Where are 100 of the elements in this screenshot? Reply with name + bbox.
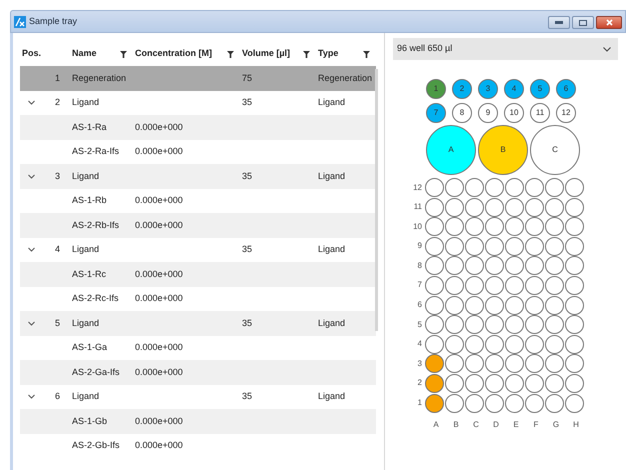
vial-position[interactable]: 6 <box>556 79 576 99</box>
bottle-position[interactable]: B <box>478 125 528 175</box>
well[interactable] <box>525 178 544 197</box>
well[interactable] <box>445 374 464 393</box>
well[interactable] <box>425 296 444 315</box>
well[interactable] <box>545 315 564 334</box>
well[interactable] <box>505 315 524 334</box>
well[interactable] <box>545 236 564 256</box>
well[interactable] <box>485 334 504 354</box>
filter-icon[interactable] <box>363 50 370 58</box>
well[interactable] <box>565 276 584 295</box>
vial-position[interactable]: 1 <box>426 79 446 99</box>
well[interactable] <box>445 315 464 334</box>
well[interactable] <box>545 256 564 276</box>
well[interactable] <box>485 374 504 393</box>
well[interactable] <box>505 198 524 217</box>
well[interactable] <box>505 354 524 374</box>
well[interactable] <box>525 217 544 236</box>
well[interactable] <box>545 198 564 217</box>
vial-position[interactable]: 2 <box>452 79 472 99</box>
well[interactable] <box>525 296 544 315</box>
table-row[interactable]: AS-1-Gb 0.000e+000 <box>20 409 376 434</box>
well[interactable] <box>465 296 484 315</box>
vial-position[interactable]: 11 <box>530 103 550 123</box>
well[interactable] <box>545 276 564 295</box>
well[interactable] <box>565 315 584 334</box>
well[interactable] <box>545 178 564 197</box>
table-row[interactable]: AS-2-Ga-Ifs 0.000e+000 <box>20 360 376 384</box>
well[interactable] <box>465 276 484 295</box>
well[interactable] <box>545 374 564 393</box>
well[interactable] <box>565 374 584 393</box>
well[interactable] <box>465 178 484 197</box>
filter-icon[interactable] <box>120 50 127 58</box>
vial-position[interactable]: 4 <box>504 79 524 99</box>
table-row[interactable]: AS-2-Rb-Ifs 0.000e+000 <box>20 213 376 238</box>
well[interactable] <box>425 276 444 295</box>
well[interactable] <box>525 198 544 217</box>
well[interactable] <box>445 334 464 354</box>
chevron-down-icon[interactable] <box>28 393 35 400</box>
well[interactable] <box>485 315 504 334</box>
well[interactable] <box>505 236 524 256</box>
well[interactable] <box>425 198 444 217</box>
filter-icon[interactable] <box>227 50 234 58</box>
well[interactable] <box>445 296 464 315</box>
well[interactable] <box>465 394 484 413</box>
well[interactable] <box>565 217 584 236</box>
vial-position[interactable]: 12 <box>556 103 576 123</box>
well[interactable] <box>445 198 464 217</box>
well[interactable] <box>445 354 464 374</box>
well[interactable] <box>505 334 524 354</box>
well[interactable] <box>525 374 544 393</box>
well[interactable] <box>565 178 584 197</box>
table-row[interactable]: AS-1-Ra 0.000e+000 <box>20 115 376 140</box>
close-button[interactable] <box>596 16 622 29</box>
table-row[interactable]: 5 Ligand 35 Ligand <box>20 311 376 336</box>
well[interactable] <box>485 296 504 315</box>
well[interactable] <box>545 217 564 236</box>
well[interactable] <box>425 354 444 374</box>
well[interactable] <box>425 217 444 236</box>
well[interactable] <box>545 354 564 374</box>
vial-position[interactable]: 7 <box>426 103 446 123</box>
well[interactable] <box>425 374 444 393</box>
well[interactable] <box>465 315 484 334</box>
chevron-down-icon[interactable] <box>28 99 35 106</box>
filter-icon[interactable] <box>303 50 310 58</box>
well[interactable] <box>505 296 524 315</box>
well[interactable] <box>425 334 444 354</box>
well[interactable] <box>565 334 584 354</box>
well[interactable] <box>465 354 484 374</box>
well[interactable] <box>525 315 544 334</box>
column-header[interactable]: Concentration [M] <box>135 47 212 61</box>
column-header[interactable]: Name <box>72 47 97 61</box>
well[interactable] <box>505 256 524 276</box>
well[interactable] <box>545 334 564 354</box>
table-row[interactable]: AS-1-Rc 0.000e+000 <box>20 262 376 286</box>
well[interactable] <box>445 236 464 256</box>
table-row[interactable]: 3 Ligand 35 Ligand <box>20 164 376 188</box>
well[interactable] <box>425 256 444 276</box>
table-row[interactable]: 1 Regeneration 75 Regeneration <box>20 66 376 90</box>
well[interactable] <box>565 296 584 315</box>
well[interactable] <box>445 276 464 295</box>
well[interactable] <box>465 217 484 236</box>
well[interactable] <box>525 354 544 374</box>
well[interactable] <box>485 178 504 197</box>
well[interactable] <box>485 256 504 276</box>
column-header[interactable]: Type <box>318 47 338 61</box>
well[interactable] <box>505 276 524 295</box>
well[interactable] <box>485 198 504 217</box>
well[interactable] <box>505 217 524 236</box>
well[interactable] <box>545 394 564 413</box>
well[interactable] <box>445 217 464 236</box>
well[interactable] <box>425 315 444 334</box>
well[interactable] <box>565 394 584 413</box>
vial-position[interactable]: 8 <box>452 103 472 123</box>
well[interactable] <box>465 334 484 354</box>
well[interactable] <box>525 236 544 256</box>
well[interactable] <box>505 374 524 393</box>
well[interactable] <box>485 354 504 374</box>
vial-position[interactable]: 5 <box>530 79 550 99</box>
bottle-position[interactable]: A <box>426 125 476 175</box>
